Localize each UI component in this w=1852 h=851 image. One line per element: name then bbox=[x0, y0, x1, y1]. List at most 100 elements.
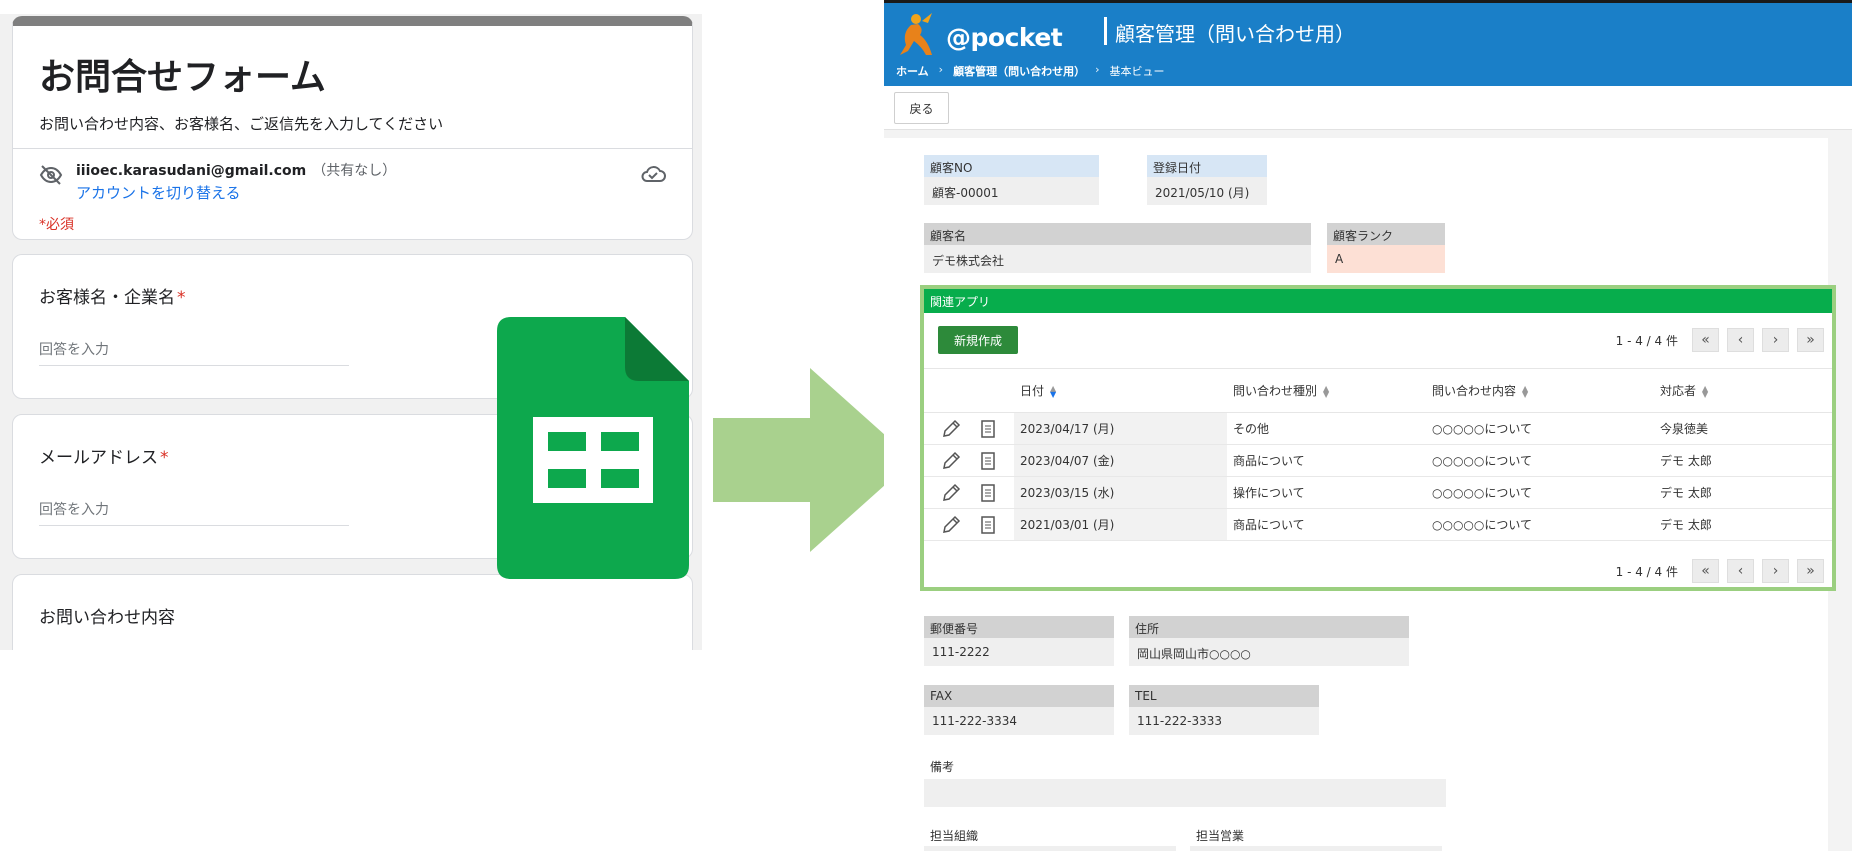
document-icon[interactable] bbox=[977, 482, 999, 504]
table-row[interactable]: 2023/04/17 (月) その他 ○○○○○について 今泉徳美 bbox=[924, 412, 1832, 445]
last-page-button[interactable]: » bbox=[1797, 328, 1824, 352]
question-label: お問い合わせ内容 bbox=[39, 608, 175, 628]
column-label: 対応者 bbox=[1660, 384, 1697, 398]
content-cell: ○○○○○について bbox=[1432, 444, 1660, 477]
address-label: 住所 bbox=[1129, 616, 1409, 638]
fax-value: 111-222-3334 bbox=[924, 707, 1114, 735]
customer-no-value: 顧客-00001 bbox=[924, 177, 1099, 205]
first-page-button[interactable]: « bbox=[1692, 328, 1719, 352]
postal-code-label: 郵便番号 bbox=[924, 616, 1114, 638]
prev-page-button[interactable]: ‹ bbox=[1727, 328, 1754, 352]
pencil-icon[interactable] bbox=[940, 482, 962, 504]
required-asterisk: * bbox=[160, 448, 169, 468]
table-row[interactable]: 2021/03/01 (月) 商品について ○○○○○について デモ 太郎 bbox=[924, 508, 1832, 541]
pencil-icon[interactable] bbox=[940, 514, 962, 536]
edit-cell bbox=[924, 444, 962, 477]
detail-cell bbox=[962, 476, 1014, 509]
next-page-button[interactable]: › bbox=[1762, 328, 1789, 352]
content-cell: ○○○○○について bbox=[1432, 508, 1660, 541]
date-cell: 2023/03/15 (水) bbox=[1014, 476, 1227, 509]
title-divider bbox=[1104, 17, 1107, 45]
prev-page-button[interactable]: ‹ bbox=[1727, 559, 1754, 583]
content-cell: ○○○○○について bbox=[1432, 412, 1660, 445]
content-cell: ○○○○○について bbox=[1432, 476, 1660, 509]
divider bbox=[13, 148, 692, 149]
person-cell: デモ 太郎 bbox=[1660, 508, 1832, 541]
edit-cell bbox=[924, 476, 962, 509]
account-email-text: iiioec.karasudani@gmail.com bbox=[76, 163, 307, 179]
pager-count: 1 - 4 / 4 件 bbox=[1615, 564, 1678, 579]
sort-icon[interactable]: ▲ ▼ bbox=[1050, 384, 1056, 398]
column-label: 問い合わせ種別 bbox=[1233, 384, 1318, 398]
last-page-button[interactable]: » bbox=[1797, 559, 1824, 583]
document-icon[interactable] bbox=[977, 450, 999, 472]
pager-count: 1 - 4 / 4 件 bbox=[1615, 333, 1678, 348]
document-icon[interactable] bbox=[977, 418, 999, 440]
column-header-content[interactable]: 問い合わせ内容 ▲ ▼ bbox=[1432, 368, 1660, 413]
detail-cell bbox=[962, 412, 1014, 445]
question-card-inquiry: お問い合わせ内容 bbox=[12, 574, 693, 650]
app-logo[interactable]: @pocket bbox=[894, 11, 1063, 57]
name-answer-input[interactable]: 回答を入力 bbox=[39, 339, 349, 366]
form-title: お問合せフォーム bbox=[39, 57, 326, 98]
toolbar: 戻る bbox=[884, 86, 1852, 130]
table-row[interactable]: 2023/03/15 (水) 操作について ○○○○○について デモ 太郎 bbox=[924, 476, 1832, 509]
sort-icon[interactable]: ▲ ▼ bbox=[1522, 384, 1528, 398]
sort-icon[interactable]: ▲ ▼ bbox=[1702, 384, 1708, 398]
email-answer-input[interactable]: 回答を入力 bbox=[39, 499, 349, 526]
pager-top: 1 - 4 / 4 件 « ‹ › » bbox=[1616, 328, 1824, 352]
app-header: @pocket 顧客管理（問い合わせ用） ホーム › 顧客管理（問い合わせ用） … bbox=[884, 3, 1852, 86]
breadcrumb-app[interactable]: 顧客管理（問い合わせ用） bbox=[953, 63, 1085, 79]
fax-label: FAX bbox=[924, 685, 1114, 707]
question-label: お客様名・企業名 bbox=[39, 288, 175, 308]
date-cell: 2021/03/01 (月) bbox=[1014, 508, 1227, 541]
back-button[interactable]: 戻る bbox=[894, 92, 949, 124]
customer-rank-label: 顧客ランク bbox=[1327, 223, 1445, 245]
account-email: iiioec.karasudani@gmail.com （共有なし） bbox=[76, 160, 396, 180]
right-arrow-icon bbox=[713, 368, 913, 552]
sort-icon[interactable]: ▲ ▼ bbox=[1323, 384, 1329, 398]
app-title: 顧客管理（問い合わせ用） bbox=[1115, 22, 1355, 46]
form-description: お問い合わせ内容、お客様名、ご返信先を入力してください bbox=[39, 115, 444, 133]
required-asterisk: * bbox=[177, 288, 186, 308]
table-row[interactable]: 2023/04/07 (金) 商品について ○○○○○について デモ 太郎 bbox=[924, 444, 1832, 477]
sales-rep-label: 担当営業 bbox=[1196, 829, 1245, 843]
column-header-type[interactable]: 問い合わせ種別 ▲ ▼ bbox=[1227, 368, 1432, 413]
registered-date-label: 登録日付 bbox=[1147, 155, 1267, 177]
eye-off-icon bbox=[39, 165, 63, 185]
new-record-button[interactable]: 新規作成 bbox=[938, 326, 1018, 354]
switch-account-link[interactable]: アカウントを切り替える bbox=[76, 182, 241, 203]
breadcrumb-home[interactable]: ホーム bbox=[896, 63, 929, 79]
pencil-icon[interactable] bbox=[940, 418, 962, 440]
customer-rank-value: A bbox=[1327, 245, 1445, 273]
person-cell: デモ 太郎 bbox=[1660, 444, 1832, 477]
breadcrumb-separator: › bbox=[938, 63, 944, 76]
cloud-check-icon bbox=[641, 166, 666, 182]
pocket-app-window: @pocket 顧客管理（問い合わせ用） ホーム › 顧客管理（問い合わせ用） … bbox=[884, 0, 1852, 851]
customer-no-label: 顧客NO bbox=[924, 155, 1099, 177]
customer-name-value: デモ株式会社 bbox=[924, 245, 1311, 273]
type-cell: 商品について bbox=[1227, 444, 1432, 477]
date-cell: 2023/04/07 (金) bbox=[1014, 444, 1227, 477]
column-header-date[interactable]: 日付 ▲ ▼ bbox=[1014, 368, 1227, 413]
notes-value bbox=[924, 779, 1446, 807]
address-value: 岡山県岡山市○○○○ bbox=[1129, 638, 1409, 666]
next-page-button[interactable]: › bbox=[1762, 559, 1789, 583]
type-cell: 操作について bbox=[1227, 476, 1432, 509]
first-page-button[interactable]: « bbox=[1692, 559, 1719, 583]
required-note: *必須 bbox=[39, 217, 74, 233]
related-app-panel: 関連アプリ 新規作成 1 - 4 / 4 件 « ‹ › » 日付 ▲ ▼ 問い… bbox=[920, 285, 1836, 591]
breadcrumb: ホーム › 顧客管理（問い合わせ用） › 基本ビュー bbox=[896, 63, 1164, 79]
document-icon[interactable] bbox=[977, 514, 999, 536]
notes-label: 備考 bbox=[930, 760, 955, 774]
tel-label: TEL bbox=[1129, 685, 1319, 707]
account-share-status: （共有なし） bbox=[312, 163, 397, 179]
org-label: 担当組織 bbox=[930, 829, 979, 843]
question-title: お問い合わせ内容 bbox=[39, 603, 175, 628]
column-label: 日付 bbox=[1020, 384, 1045, 398]
pencil-icon[interactable] bbox=[940, 450, 962, 472]
header-spacer bbox=[924, 368, 962, 413]
person-cell: 今泉徳美 bbox=[1660, 412, 1832, 445]
column-header-person[interactable]: 対応者 ▲ ▼ bbox=[1660, 368, 1832, 413]
org-value bbox=[924, 846, 1176, 851]
